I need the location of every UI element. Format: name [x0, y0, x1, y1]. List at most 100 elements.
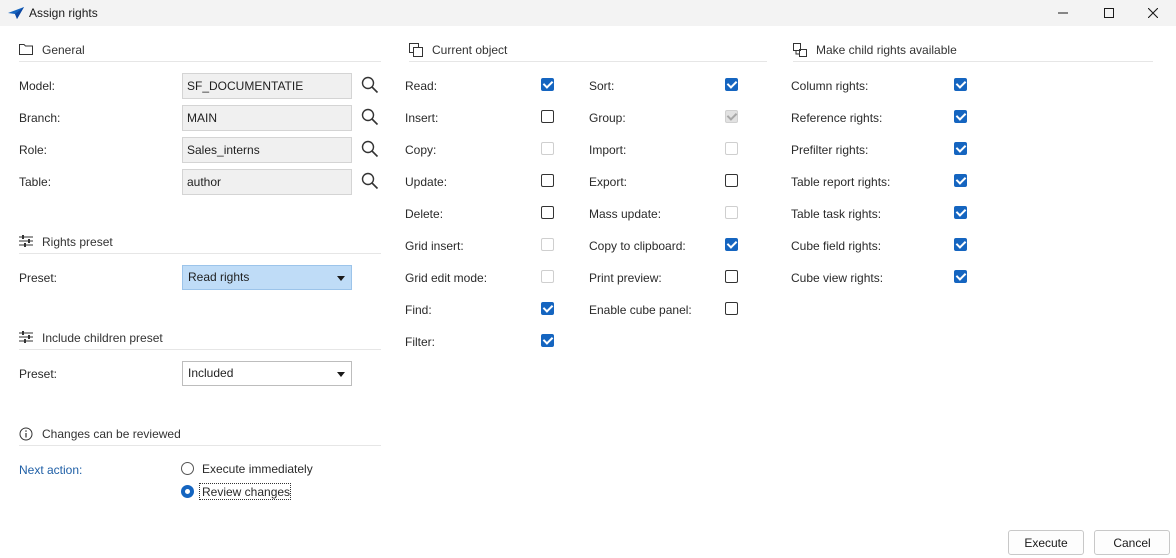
current-object-right-right-label: Mass update: — [589, 207, 662, 221]
rights-preset-select[interactable]: Read rights — [182, 265, 352, 290]
current-object-right-right-label: Sort: — [589, 79, 615, 93]
table-field[interactable]: author — [182, 169, 352, 195]
rights-preset-label: Preset: — [19, 271, 58, 285]
current-object-left-right-checkbox — [541, 142, 554, 155]
current-object-heading: Current object — [432, 42, 508, 57]
current-object-left-right-label: Read: — [405, 79, 438, 93]
current-object-left-right-label: Copy: — [405, 143, 437, 157]
review-changes-label[interactable]: Review changes — [202, 485, 290, 499]
current-object-section-header: Current object — [409, 38, 767, 62]
table-label: Table: — [19, 175, 52, 189]
child-rights-icon — [793, 42, 807, 57]
child-right-checkbox[interactable] — [954, 270, 967, 283]
current-object-left-right-label: Find: — [405, 303, 432, 317]
current-object-left-right-checkbox[interactable] — [541, 206, 554, 219]
children-preset-section-header: Include children preset — [19, 326, 381, 350]
close-icon — [1148, 8, 1158, 18]
current-object-right-right-label: Print preview: — [589, 271, 662, 285]
title-bar: Assign rights — [0, 0, 1176, 26]
current-object-right-right-label: Group: — [589, 111, 626, 125]
child-right-checkbox[interactable] — [954, 110, 967, 123]
minimize-button[interactable] — [1040, 0, 1086, 26]
execute-button[interactable]: Execute — [1008, 530, 1084, 555]
current-object-left-right-label: Insert: — [405, 111, 439, 125]
search-icon[interactable] — [361, 140, 379, 158]
current-object-left-right-label: Grid edit mode: — [405, 271, 488, 285]
current-object-right-right-checkbox — [725, 142, 738, 155]
search-icon[interactable] — [361, 172, 379, 190]
current-object-left-right-label: Filter: — [405, 335, 435, 349]
child-right-checkbox[interactable] — [954, 238, 967, 251]
role-field[interactable]: Sales_interns — [182, 137, 352, 163]
child-right-label: Prefilter rights: — [791, 143, 869, 157]
rights-preset-section-header: Rights preset — [19, 230, 381, 254]
rights-preset-value: Read rights — [188, 270, 250, 284]
minimize-icon — [1058, 12, 1068, 14]
current-object-left-right-checkbox[interactable] — [541, 302, 554, 315]
maximize-button[interactable] — [1086, 0, 1132, 26]
branch-field[interactable]: MAIN — [182, 105, 352, 131]
current-object-right-right-label: Import: — [589, 143, 627, 157]
app-logo-icon — [8, 7, 24, 19]
maximize-icon — [1104, 8, 1114, 18]
current-object-right-right-checkbox[interactable] — [725, 302, 738, 315]
current-object-left-right-checkbox[interactable] — [541, 110, 554, 123]
current-object-right-right-checkbox — [725, 110, 738, 123]
sliders-icon — [19, 330, 33, 345]
children-preset-select[interactable]: Included — [182, 361, 352, 386]
review-changes-radio[interactable] — [181, 485, 194, 498]
child-right-label: Table task rights: — [791, 207, 882, 221]
object-icon — [409, 42, 423, 57]
child-rights-section-header: Make child rights available — [793, 38, 1153, 62]
current-object-left-right-label: Delete: — [405, 207, 444, 221]
child-right-label: Cube field rights: — [791, 239, 882, 253]
current-object-right-right-checkbox[interactable] — [725, 78, 738, 91]
children-preset-label: Preset: — [19, 367, 58, 381]
current-object-right-right-checkbox[interactable] — [725, 174, 738, 187]
child-right-checkbox[interactable] — [954, 142, 967, 155]
next-action-label: Next action: — [19, 463, 83, 477]
execute-immediately-radio[interactable] — [181, 462, 194, 475]
review-heading: Changes can be reviewed — [42, 426, 181, 441]
chevron-down-icon — [337, 372, 345, 377]
current-object-left-right-label: Grid insert: — [405, 239, 464, 253]
current-object-left-right-checkbox[interactable] — [541, 78, 554, 91]
execute-immediately-label[interactable]: Execute immediately — [202, 462, 313, 476]
cancel-button[interactable]: Cancel — [1094, 530, 1170, 555]
info-icon — [19, 427, 33, 441]
current-object-right-right-label: Export: — [589, 175, 628, 189]
search-icon[interactable] — [361, 108, 379, 126]
child-right-label: Table report rights: — [791, 175, 891, 189]
current-object-right-right-checkbox — [725, 206, 738, 219]
children-preset-value: Included — [188, 366, 234, 380]
model-label: Model: — [19, 79, 56, 93]
current-object-left-right-checkbox — [541, 238, 554, 251]
search-icon[interactable] — [361, 76, 379, 94]
child-rights-heading: Make child rights available — [816, 42, 957, 57]
close-button[interactable] — [1130, 0, 1176, 26]
sliders-icon — [19, 234, 33, 249]
current-object-left-right-checkbox[interactable] — [541, 334, 554, 347]
window-title: Assign rights — [29, 6, 98, 20]
general-heading: General — [42, 42, 85, 57]
current-object-right-right-checkbox[interactable] — [725, 238, 738, 251]
child-right-checkbox[interactable] — [954, 78, 967, 91]
child-right-label: Column rights: — [791, 79, 869, 93]
current-object-left-right-label: Update: — [405, 175, 448, 189]
current-object-left-right-checkbox — [541, 270, 554, 283]
folder-icon — [19, 43, 33, 57]
current-object-right-right-checkbox[interactable] — [725, 270, 738, 283]
current-object-right-right-label: Enable cube panel: — [589, 303, 692, 317]
general-section-header: General — [19, 38, 381, 62]
model-field[interactable]: SF_DOCUMENTATIE — [182, 73, 352, 99]
review-section-header: Changes can be reviewed — [19, 422, 381, 446]
current-object-left-right-checkbox[interactable] — [541, 174, 554, 187]
child-right-checkbox[interactable] — [954, 174, 967, 187]
child-right-label: Reference rights: — [791, 111, 883, 125]
chevron-down-icon — [337, 276, 345, 281]
child-right-checkbox[interactable] — [954, 206, 967, 219]
children-preset-heading: Include children preset — [42, 330, 163, 345]
rights-preset-heading: Rights preset — [42, 234, 113, 249]
child-right-label: Cube view rights: — [791, 271, 884, 285]
branch-label: Branch: — [19, 111, 61, 125]
